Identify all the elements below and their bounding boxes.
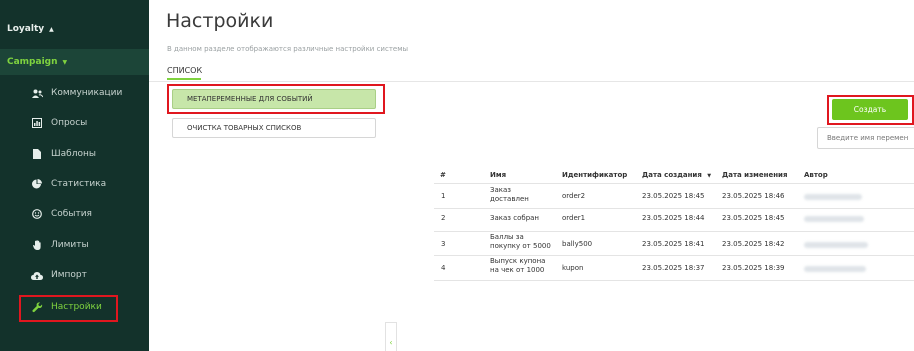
- column-header-updated[interactable]: Дата изменения: [722, 171, 787, 179]
- sidebar-item-label: Лимиты: [51, 240, 89, 250]
- sidebar-item-label: События: [51, 209, 92, 219]
- cell-name: Заказ собран: [490, 214, 539, 222]
- row-divider: [434, 255, 914, 256]
- created-header-label: Дата создания: [642, 171, 702, 179]
- caret-down-icon: ▼: [62, 58, 68, 66]
- column-header-name[interactable]: Имя: [490, 171, 506, 179]
- sidebar-section-loyalty[interactable]: Loyalty ▲: [7, 24, 156, 34]
- row-divider: [434, 183, 914, 184]
- cell-created: 23.05.2025 18:41: [642, 240, 705, 248]
- cell-author-redacted: [804, 194, 862, 200]
- cell-number: 3: [441, 240, 446, 248]
- column-header-author[interactable]: Автор: [804, 171, 828, 179]
- row-divider: [434, 280, 914, 281]
- caret-up-icon: ▲: [49, 25, 54, 33]
- chevron-left-icon: ‹: [389, 338, 393, 347]
- cell-number: 4: [441, 264, 446, 272]
- row-divider: [434, 231, 914, 232]
- sidebar-item-communications[interactable]: Коммуникации: [0, 84, 149, 102]
- loyalty-label: Loyalty: [7, 24, 45, 34]
- pie-chart-icon: [31, 178, 43, 190]
- cell-author-redacted: [804, 216, 864, 222]
- row-divider: [434, 208, 914, 209]
- column-header-number: #: [440, 171, 446, 179]
- sidebar: Loyalty ▲ Campaign ▼ Коммуникации Опросы…: [0, 0, 149, 351]
- divider: [149, 81, 914, 82]
- sidebar-item-label: Коммуникации: [51, 88, 123, 98]
- cell-name: Баллы за покупку от 5000: [490, 233, 551, 250]
- cell-author-redacted: [804, 242, 868, 248]
- sidebar-item-events[interactable]: События: [0, 205, 149, 223]
- cell-created: 23.05.2025 18:37: [642, 264, 705, 272]
- page-title: Настройки: [166, 10, 274, 32]
- sidebar-item-polls[interactable]: Опросы: [0, 114, 149, 132]
- highlight-frame: [167, 84, 385, 114]
- sidebar-item-templates[interactable]: Шаблоны: [0, 145, 149, 163]
- file-icon: [31, 148, 43, 160]
- smile-icon: [31, 208, 43, 220]
- users-icon: [31, 87, 43, 99]
- sort-desc-icon: ▼: [707, 173, 712, 179]
- sidebar-item-label: Опросы: [51, 118, 88, 128]
- cloud-upload-icon: [31, 269, 43, 281]
- cell-number: 1: [441, 192, 446, 200]
- page-subtitle: В данном разделе отображаются различные …: [167, 45, 409, 53]
- tab-list[interactable]: СПИСОК: [167, 66, 202, 75]
- cell-updated: 23.05.2025 18:45: [722, 214, 785, 222]
- cell-identifier: kupon: [562, 264, 584, 272]
- campaign-label: Campaign: [7, 57, 58, 67]
- cell-identifier: order1: [562, 214, 586, 222]
- cell-number: 2: [441, 214, 446, 222]
- cell-created: 23.05.2025 18:44: [642, 214, 705, 222]
- cell-identifier: bally500: [562, 240, 593, 248]
- cell-identifier: order2: [562, 192, 586, 200]
- cell-created: 23.05.2025 18:45: [642, 192, 705, 200]
- sidebar-section-campaign[interactable]: Campaign ▼: [0, 49, 149, 75]
- search-input[interactable]: Введите имя перемен: [817, 127, 914, 149]
- column-header-created[interactable]: Дата создания ▼: [642, 171, 711, 179]
- sidebar-item-label: Импорт: [51, 270, 87, 280]
- highlight-frame: [827, 95, 914, 125]
- sidebar-item-label: Статистика: [51, 179, 107, 189]
- cell-name: Выпуск купона на чек от 1000: [490, 257, 546, 274]
- sidebar-item-import[interactable]: Импорт: [0, 266, 149, 284]
- cell-author-redacted: [804, 266, 866, 272]
- cell-updated: 23.05.2025 18:42: [722, 240, 785, 248]
- cell-updated: 23.05.2025 18:39: [722, 264, 785, 272]
- tab-active-indicator: [167, 78, 201, 80]
- cell-updated: 23.05.2025 18:46: [722, 192, 785, 200]
- poll-icon: [31, 117, 43, 129]
- menu-item-clear-product-lists[interactable]: ОЧИСТКА ТОВАРНЫХ СПИСКОВ: [172, 118, 376, 138]
- sidebar-item-statistics[interactable]: Статистика: [0, 175, 149, 193]
- sidebar-item-label: Шаблоны: [51, 149, 96, 159]
- sidebar-item-limits[interactable]: Лимиты: [0, 236, 149, 254]
- highlight-frame: [19, 295, 118, 322]
- column-header-identifier[interactable]: Идентификатор: [562, 171, 627, 179]
- cell-name: Заказ доставлен: [490, 186, 529, 203]
- collapse-panel-button[interactable]: ‹: [385, 322, 397, 351]
- hand-icon: [31, 239, 43, 251]
